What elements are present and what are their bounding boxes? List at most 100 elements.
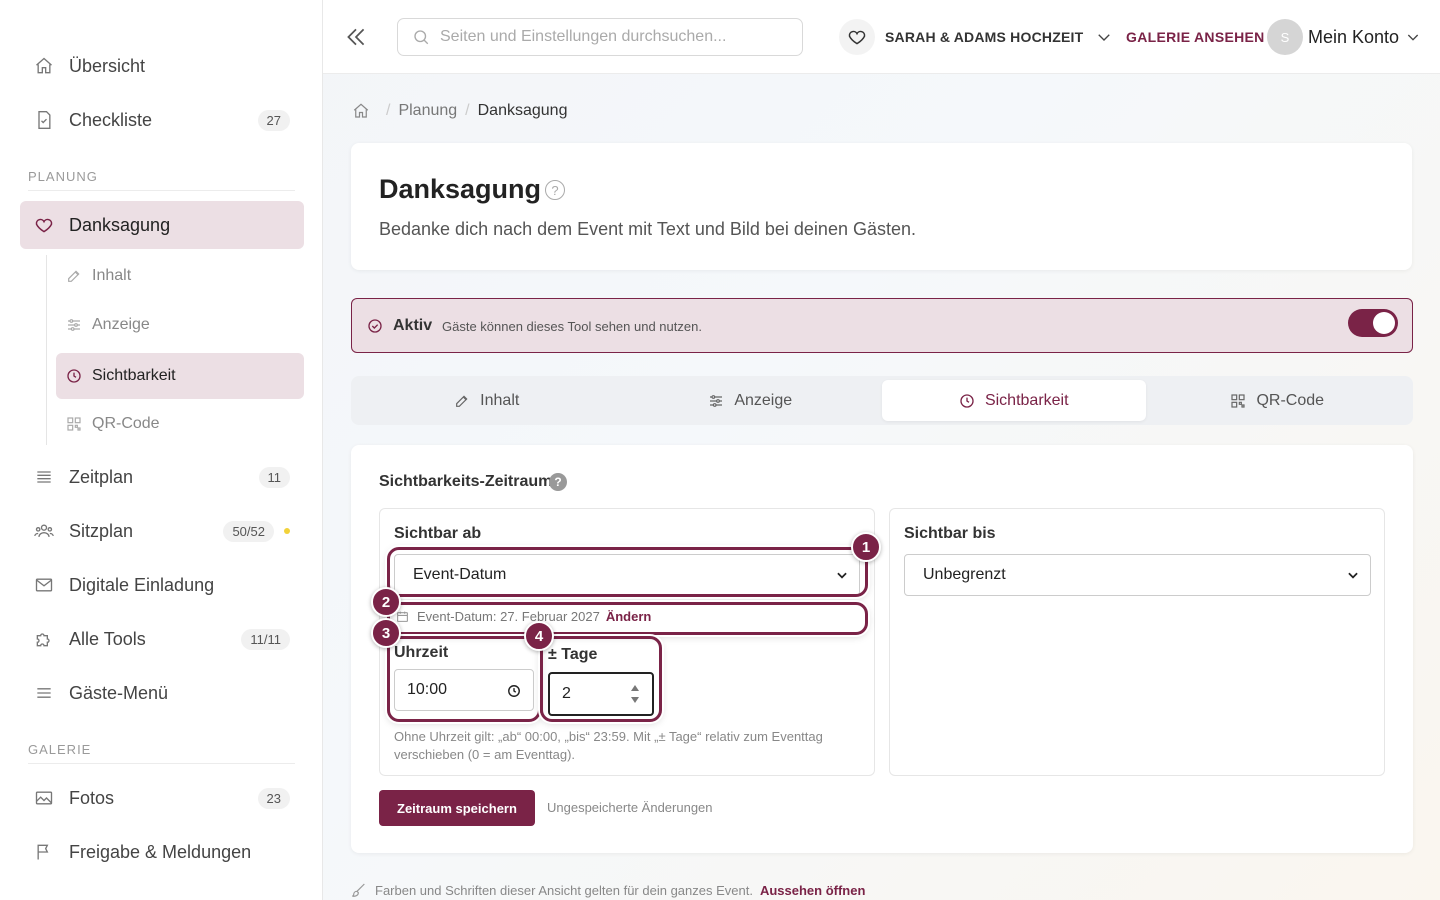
heart-icon <box>839 19 875 55</box>
event-selector[interactable]: SARAH & ADAMS HOCHZEIT <box>839 18 1113 56</box>
section-label-gallery: GALERIE <box>28 742 92 757</box>
count-badge: 11/11 <box>241 628 290 650</box>
tab-label: QR-Code <box>1256 391 1325 409</box>
status-description: Gäste können dieses Tool sehen und nutze… <box>442 319 702 334</box>
sidebar-subitem-display[interactable]: Anzeige <box>56 302 304 348</box>
tab-display[interactable]: Anzeige <box>619 380 883 421</box>
sidebar-item-all-tools[interactable]: Alle Tools 11/11 <box>20 615 304 663</box>
sidebar-item-guest-menu[interactable]: Gäste-Menü <box>20 669 304 717</box>
sidebar-subitem-label: Anzeige <box>92 316 150 333</box>
top-bar: SARAH & ADAMS HOCHZEIT GALERIE ANSEHEN S… <box>323 0 1440 74</box>
sidebar-subitem-label: Inhalt <box>92 267 132 284</box>
sidebar-item-label: Digitale Einladung <box>69 574 215 595</box>
save-range-button[interactable]: Zeitraum speichern <box>379 790 535 826</box>
clock-icon <box>959 393 975 409</box>
sidebar-item-overview[interactable]: Übersicht <box>20 42 304 90</box>
clock-icon <box>66 368 82 384</box>
sidebar-item-thanks[interactable]: Danksagung <box>20 201 304 249</box>
count-badge: 27 <box>257 109 290 131</box>
chevron-down-icon <box>835 568 849 582</box>
sidebar-item-schedule[interactable]: Zeitplan 11 <box>20 453 304 501</box>
hint-text: Ohne Uhrzeit gilt: „ab“ 00:00, „bis“ 23:… <box>394 729 823 762</box>
change-date-link[interactable]: Ändern <box>606 609 652 624</box>
list-icon <box>34 467 54 487</box>
footer-text: Farben und Schriften dieser Ansicht gelt… <box>375 882 753 898</box>
panel-title: Sichtbar bis <box>904 525 996 542</box>
flag-icon <box>34 842 54 862</box>
days-field <box>548 672 654 716</box>
sliders-icon <box>66 317 82 333</box>
time-input[interactable] <box>407 681 487 699</box>
unsaved-changes-text: Ungespeicherte Änderungen <box>547 800 713 815</box>
account-menu[interactable]: S Mein Konto <box>1267 18 1421 56</box>
sidebar-subitem-label: QR-Code <box>92 415 160 432</box>
breadcrumb-planning[interactable]: Planung <box>398 102 457 120</box>
tab-content[interactable]: Inhalt <box>355 380 619 421</box>
count-badge: 23 <box>257 787 290 809</box>
search-box <box>397 18 803 56</box>
visible-from-panel: Sichtbar ab Event-Datum Event-Datum: 27.… <box>379 508 875 776</box>
event-date-text: Event-Datum: 27. Februar 2027 <box>417 609 600 624</box>
sidebar-item-moderation[interactable]: Freigabe & Meldungen <box>20 828 304 876</box>
event-date-line: Event-Datum: 27. Februar 2027 Ändern <box>396 609 651 624</box>
help-icon[interactable]: ? <box>545 180 565 200</box>
status-title: Aktiv <box>393 317 433 334</box>
puzzle-icon <box>34 629 54 649</box>
sidebar-subitem-qr-code[interactable]: QR-Code <box>56 401 304 447</box>
breadcrumb-separator: / <box>386 102 391 119</box>
step-marker: 3 <box>371 618 401 648</box>
search-input[interactable] <box>440 28 790 46</box>
breadcrumb-separator: / <box>465 102 470 119</box>
brush-icon <box>351 882 367 898</box>
tab-label: Inhalt <box>480 391 520 409</box>
tool-status-bar: Aktiv Gäste können dieses Tool sehen und… <box>351 298 1413 353</box>
search-icon <box>412 28 430 46</box>
home-icon[interactable] <box>352 102 370 120</box>
checklist-icon <box>34 110 54 130</box>
visibility-settings-card: Sichtbarkeits-Zeitraum ? Sichtbar ab Eve… <box>351 445 1413 853</box>
sidebar-item-seating[interactable]: Sitzplan 50/52 <box>20 507 304 555</box>
count-badge: 50/52 <box>223 520 274 542</box>
sidebar-item-photos[interactable]: Fotos 23 <box>20 774 304 822</box>
help-icon[interactable]: ? <box>549 473 567 491</box>
sidebar-item-checklist[interactable]: Checkliste 27 <box>20 96 304 144</box>
active-toggle[interactable] <box>1348 309 1398 337</box>
visible-until-panel: Sichtbar bis Unbegrenzt <box>889 508 1385 776</box>
tab-visibility[interactable]: Sichtbarkeit <box>882 380 1146 421</box>
sidebar-item-invitation[interactable]: Digitale Einladung <box>20 561 304 609</box>
sidebar-subitem-content[interactable]: Inhalt <box>56 253 304 299</box>
sidebar-item-label: Fotos <box>69 787 115 808</box>
tab-qr-code[interactable]: QR-Code <box>1146 380 1410 421</box>
calendar-icon <box>396 610 409 623</box>
visible-until-select[interactable]: Unbegrenzt <box>904 554 1371 596</box>
view-gallery-link[interactable]: GALERIE ANSEHEN <box>1126 29 1265 45</box>
chevron-down-icon <box>1095 28 1113 46</box>
sidebar-item-label: Sitzplan <box>69 520 134 541</box>
sidebar-item-label: Freigabe & Meldungen <box>69 841 252 862</box>
divider <box>28 763 295 764</box>
open-appearance-link[interactable]: Aussehen öffnen <box>760 883 865 898</box>
sidebar-subitem-visibility[interactable]: Sichtbarkeit <box>56 353 304 399</box>
account-label: Mein Konto <box>1308 26 1400 47</box>
sidebar-item-label: Zeitplan <box>69 466 134 487</box>
event-name: SARAH & ADAMS HOCHZEIT <box>885 29 1084 45</box>
sidebar-item-label: Gäste-Menü <box>69 682 169 703</box>
days-input[interactable] <box>562 685 622 703</box>
sidebar-item-label: Alle Tools <box>69 628 146 649</box>
collapse-sidebar-icon[interactable] <box>343 24 369 50</box>
edit-icon <box>454 393 470 409</box>
time-field <box>394 669 534 711</box>
days-label: ± Tage <box>548 646 598 663</box>
step-marker: 4 <box>524 621 554 651</box>
section-title: Sichtbarkeits-Zeitraum <box>379 473 553 490</box>
qr-code-icon <box>66 416 82 432</box>
visible-from-select[interactable]: Event-Datum <box>394 554 860 596</box>
main-content: SARAH & ADAMS HOCHZEIT GALERIE ANSEHEN S… <box>323 0 1440 900</box>
clock-icon[interactable] <box>507 684 521 698</box>
breadcrumb: / Planung / Danksagung <box>352 102 567 120</box>
spinner-arrows-icon[interactable] <box>630 682 640 706</box>
home-icon <box>34 56 54 76</box>
check-circle-icon <box>367 318 383 334</box>
tab-label: Sichtbarkeit <box>984 391 1069 409</box>
image-icon <box>34 788 54 808</box>
